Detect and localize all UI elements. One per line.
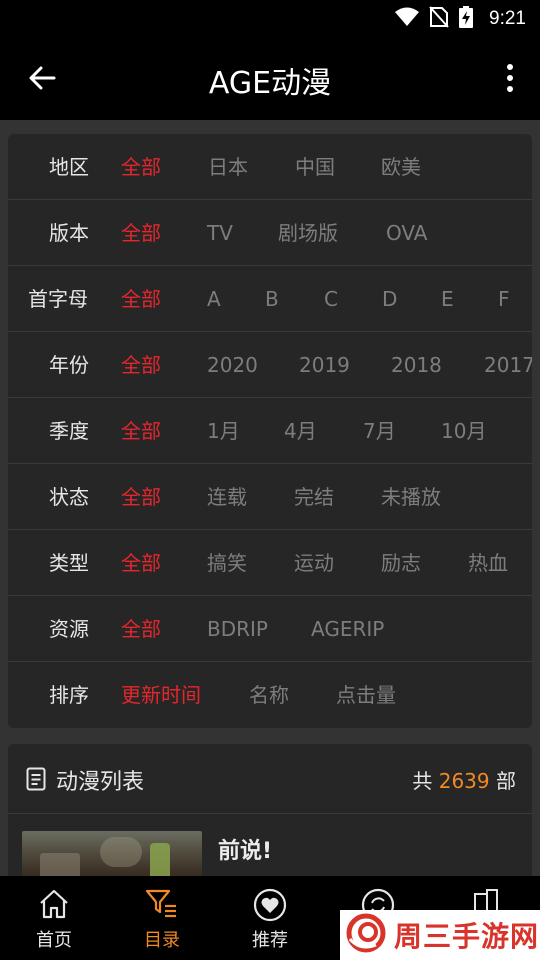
watermark: 周三手游网 xyxy=(340,910,540,960)
filter-option[interactable]: 全部 xyxy=(121,530,161,596)
filter-label: 类型 xyxy=(49,551,89,575)
filter-option[interactable]: 更新时间 xyxy=(121,662,201,728)
filter-option[interactable]: 全部 xyxy=(121,332,161,398)
filter-row-year: 年份 全部 2020 2019 2018 2017 xyxy=(8,332,532,398)
count-number: 2639 xyxy=(438,769,490,793)
filter-option[interactable]: 4月 xyxy=(284,398,317,464)
filter-label: 版本 xyxy=(49,221,89,245)
anime-count: 共 2639 部 xyxy=(412,765,516,794)
filter-option[interactable]: 点击量 xyxy=(336,662,396,728)
filter-option[interactable]: 7月 xyxy=(363,398,396,464)
nav-label: 目录 xyxy=(144,930,180,951)
filter-option[interactable]: TV xyxy=(207,200,233,266)
filter-label: 地区 xyxy=(49,155,89,179)
count-suffix: 部 xyxy=(496,769,516,793)
filter-option[interactable]: 1月 xyxy=(207,398,240,464)
filter-option[interactable]: 10月 xyxy=(441,398,486,464)
watermark-text: 周三手游网 xyxy=(394,920,540,953)
nav-home[interactable]: 首页 xyxy=(0,876,108,960)
anime-list-header: 动漫列表 共 2639 部 xyxy=(8,744,532,814)
filter-row-region: 地区 全部 日本 中国 欧美 xyxy=(8,134,532,200)
filter-option[interactable]: 2018 xyxy=(391,332,442,398)
document-icon xyxy=(26,767,46,795)
filter-option[interactable]: 运动 xyxy=(294,530,334,596)
filter-list-icon xyxy=(108,888,216,922)
battery-charging-icon xyxy=(459,6,474,32)
filter-option[interactable]: 搞笑 xyxy=(207,530,247,596)
nav-recommend[interactable]: 推荐 xyxy=(216,876,324,960)
heart-icon xyxy=(216,888,324,922)
anime-list-panel: 动漫列表 共 2639 部 前说! xyxy=(8,744,532,884)
filter-option[interactable]: 全部 xyxy=(121,200,161,266)
filter-option[interactable]: F xyxy=(498,266,510,332)
filter-option[interactable]: C xyxy=(324,266,338,332)
status-bar: 9:21 xyxy=(0,0,540,36)
filter-row-source: 资源 全部 BDRIP AGERIP xyxy=(8,596,532,662)
nav-label: 推荐 xyxy=(252,930,288,951)
filter-label: 状态 xyxy=(49,485,89,509)
list-item[interactable]: 前说! xyxy=(8,815,532,884)
more-options-button[interactable] xyxy=(498,62,522,94)
filter-option[interactable]: AGERIP xyxy=(311,596,384,662)
filter-label: 首字母 xyxy=(28,287,88,311)
filter-option[interactable]: 全部 xyxy=(121,266,161,332)
filter-option[interactable]: 全部 xyxy=(121,596,161,662)
filter-row-version: 版本 全部 TV 剧场版 OVA xyxy=(8,200,532,266)
filter-option[interactable]: 连载 xyxy=(207,464,247,530)
filter-option[interactable]: B xyxy=(265,266,279,332)
filter-row-season: 季度 全部 1月 4月 7月 10月 xyxy=(8,398,532,464)
filter-option[interactable]: 励志 xyxy=(381,530,421,596)
filter-option[interactable]: 2019 xyxy=(299,332,350,398)
filter-option[interactable]: 名称 xyxy=(249,662,289,728)
watermark-logo-icon xyxy=(346,913,386,957)
filter-option[interactable]: 欧美 xyxy=(381,134,421,200)
app-bar: AGE动漫 xyxy=(0,36,540,120)
count-prefix: 共 xyxy=(412,769,433,793)
filter-option[interactable]: 全部 xyxy=(121,398,161,464)
filter-option[interactable]: 完结 xyxy=(294,464,334,530)
filter-label: 排序 xyxy=(49,683,89,707)
wifi-icon xyxy=(395,7,420,31)
filter-option[interactable]: D xyxy=(382,266,397,332)
more-vert-icon xyxy=(507,64,513,70)
filter-option[interactable]: 日本 xyxy=(208,134,248,200)
filter-option[interactable]: 中国 xyxy=(295,134,335,200)
page-title: AGE动漫 xyxy=(208,66,332,101)
nav-label: 首页 xyxy=(36,930,72,951)
filter-row-status: 状态 全部 连载 完结 未播放 xyxy=(8,464,532,530)
filter-option[interactable]: 热血 xyxy=(468,530,508,596)
filter-label: 季度 xyxy=(49,419,89,443)
filter-label: 资源 xyxy=(49,617,89,641)
filter-option[interactable]: 未播放 xyxy=(381,464,441,530)
nav-catalog[interactable]: 目录 xyxy=(108,876,216,960)
anime-list-title: 动漫列表 xyxy=(56,770,145,795)
status-time: 9:21 xyxy=(489,8,526,29)
filter-option[interactable]: 全部 xyxy=(121,464,161,530)
status-icons: 9:21 xyxy=(395,6,526,32)
filter-row-sort: 排序 更新时间 名称 点击量 xyxy=(8,662,532,728)
filter-panel: 地区 全部 日本 中国 欧美 版本 全部 TV 剧场版 OVA 首字母 全部 A… xyxy=(8,134,532,728)
filter-row-genre: 类型 全部 搞笑 运动 励志 热血 xyxy=(8,530,532,596)
filter-option[interactable]: OVA xyxy=(386,200,427,266)
home-icon xyxy=(0,888,108,922)
filter-row-initial: 首字母 全部 A B C D E F xyxy=(8,266,532,332)
filter-option[interactable]: 全部 xyxy=(121,134,161,200)
filter-option[interactable]: 2017 xyxy=(484,332,532,398)
anime-title[interactable]: 前说! xyxy=(218,833,272,865)
filter-label: 年份 xyxy=(49,353,89,377)
filter-option[interactable]: BDRIP xyxy=(207,596,268,662)
filter-option[interactable]: E xyxy=(441,266,454,332)
no-sim-icon xyxy=(429,6,449,32)
filter-option[interactable]: A xyxy=(207,266,221,332)
filter-option[interactable]: 2020 xyxy=(207,332,258,398)
filter-option[interactable]: 剧场版 xyxy=(278,200,338,266)
